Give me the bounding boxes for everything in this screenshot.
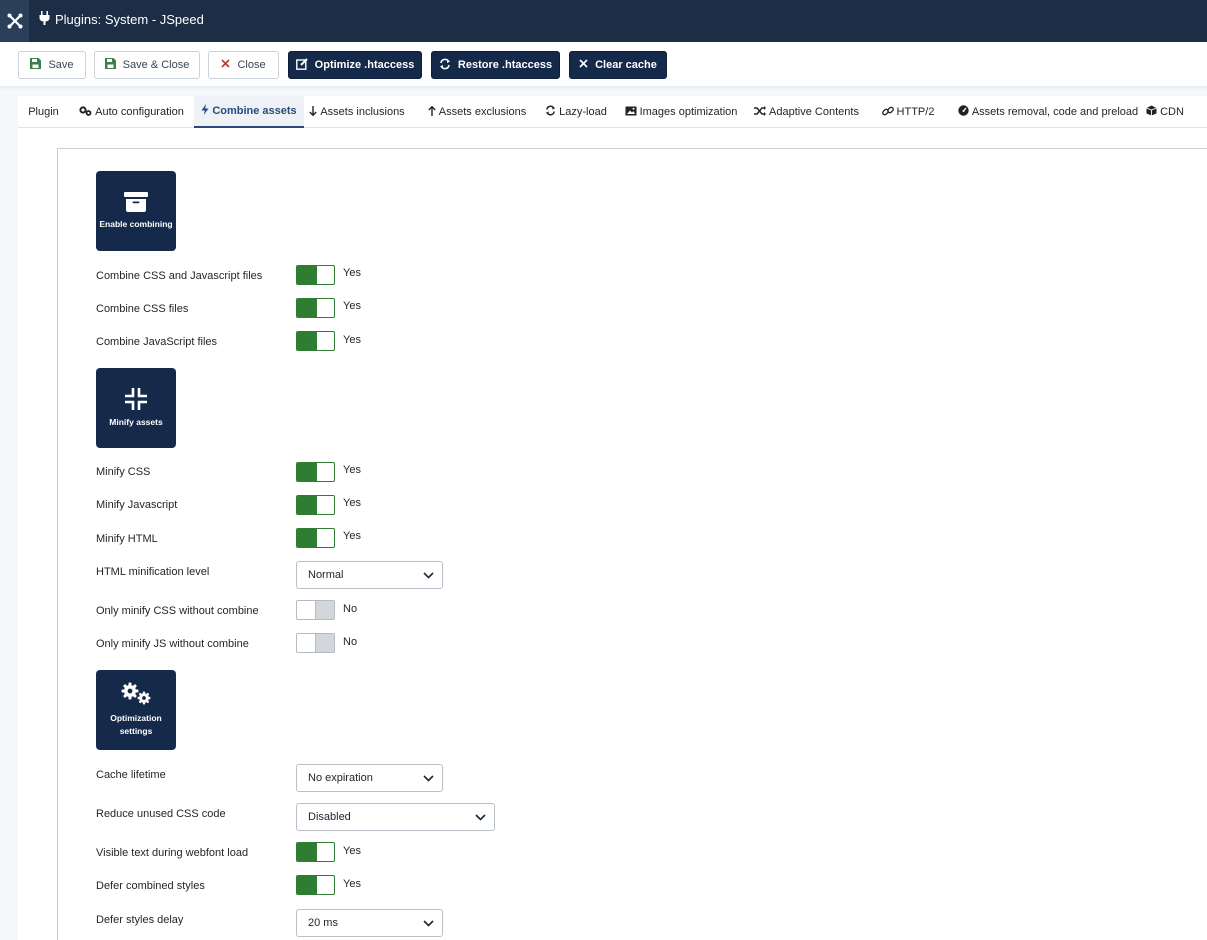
toolbar: Save Save & Close Close Optimize .htacce…	[0, 42, 1207, 90]
tab-http2[interactable]: HTTP/2	[874, 96, 942, 128]
close-icon	[579, 59, 588, 71]
minify-js-label: Minify Javascript	[96, 499, 178, 511]
clear-cache-button[interactable]: Clear cache	[569, 51, 667, 79]
combine-js-label: Combine JavaScript files	[96, 336, 218, 348]
tab-bar: Plugin Auto configuration Combine assets…	[18, 96, 1207, 128]
arrow-down-icon	[309, 105, 318, 119]
cache-lifetime-select[interactable]: No expiration	[296, 764, 443, 792]
save-button[interactable]: Save	[18, 51, 86, 79]
visible-text-label: Visible text during webfont load	[96, 847, 249, 859]
cube-icon	[1146, 105, 1157, 119]
cache-lifetime-label: Cache lifetime	[96, 769, 166, 781]
tab-lazy-load[interactable]: Lazy-load	[540, 96, 612, 128]
tab-cdn[interactable]: CDN	[1144, 96, 1186, 128]
defer-styles-label: Defer combined styles	[96, 880, 205, 892]
image-icon	[625, 106, 637, 119]
minify-js-toggle[interactable]	[296, 495, 335, 515]
visible-text-value: Yes	[343, 845, 361, 857]
combine-css-toggle[interactable]	[296, 298, 335, 318]
bolt-icon	[201, 104, 209, 118]
arrow-up-icon	[428, 105, 436, 119]
chevron-down-icon	[414, 910, 442, 936]
gauge-icon	[958, 105, 969, 119]
page-title: Plugins: System - JSpeed	[39, 11, 204, 28]
close-icon	[221, 59, 231, 71]
chevron-down-icon	[466, 804, 494, 830]
tab-adaptive-contents[interactable]: Adaptive Contents	[750, 96, 863, 128]
chevron-down-icon	[414, 562, 442, 588]
defer-styles-toggle[interactable]	[296, 875, 335, 895]
defer-delay-label: Defer styles delay	[96, 914, 184, 926]
only-minify-css-value: No	[343, 603, 358, 615]
link-icon	[881, 105, 894, 120]
combine-css-value: Yes	[343, 300, 361, 312]
edit-icon	[295, 57, 308, 73]
html-level-label: HTML minification level	[96, 566, 210, 578]
combine-css-label: Combine CSS files	[96, 303, 189, 315]
minify-js-value: Yes	[343, 497, 361, 509]
only-minify-js-toggle[interactable]	[296, 633, 335, 653]
restore-htaccess-button[interactable]: Restore .htaccess	[431, 51, 560, 79]
settings-panel	[57, 148, 1207, 940]
combine-css-js-label: Combine CSS and Javascript files	[96, 270, 263, 282]
defer-styles-value: Yes	[343, 878, 361, 890]
compress-icon	[125, 387, 147, 410]
archive-icon	[124, 191, 148, 212]
tab-combine-assets[interactable]: Combine assets	[194, 96, 304, 128]
save-close-button[interactable]: Save & Close	[94, 51, 200, 79]
tab-assets-inclusions[interactable]: Assets inclusions	[304, 96, 410, 128]
tab-assets-removal[interactable]: Assets removal, code and preload	[950, 96, 1146, 128]
html-level-select[interactable]: Normal	[296, 561, 443, 589]
combine-js-toggle[interactable]	[296, 331, 335, 351]
tab-assets-exclusions[interactable]: Assets exclusions	[420, 96, 534, 128]
optimize-htaccess-button[interactable]: Optimize .htaccess	[288, 51, 422, 79]
reduce-unused-css-label: Reduce unused CSS code	[96, 808, 226, 820]
sync-icon	[439, 58, 451, 73]
only-minify-js-value: No	[343, 636, 358, 648]
section-optimization-settings: Optimization settings	[96, 670, 176, 750]
only-minify-js-label: Only minify JS without combine	[96, 638, 249, 650]
cogs-icon	[121, 682, 151, 705]
only-minify-css-toggle[interactable]	[296, 600, 335, 620]
cogs-icon	[79, 105, 92, 119]
reduce-unused-css-select[interactable]: Disabled	[296, 803, 495, 831]
only-minify-css-label: Only minify CSS without combine	[96, 605, 259, 617]
visible-text-toggle[interactable]	[296, 842, 335, 862]
tab-images-optimization[interactable]: Images optimization	[621, 96, 741, 128]
minify-css-label: Minify CSS	[96, 466, 151, 478]
tab-plugin[interactable]: Plugin	[18, 96, 69, 128]
combine-css-js-toggle[interactable]	[296, 265, 335, 285]
minify-html-toggle[interactable]	[296, 528, 335, 548]
app-header: Plugins: System - JSpeed	[0, 0, 1207, 42]
page-title-text: Plugins: System - JSpeed	[55, 12, 204, 27]
close-button[interactable]: Close	[208, 51, 279, 79]
save-icon	[30, 58, 42, 72]
joomla-logo-icon[interactable]	[0, 0, 29, 42]
tab-auto-configuration[interactable]: Auto configuration	[69, 96, 194, 128]
shuffle-icon	[754, 105, 767, 119]
save-icon	[104, 58, 116, 72]
defer-delay-select[interactable]: 20 ms	[296, 909, 443, 937]
chevron-down-icon	[414, 765, 442, 791]
combine-css-js-value: Yes	[343, 267, 361, 279]
minify-css-value: Yes	[343, 464, 361, 476]
section-minify-assets: Minify assets	[96, 368, 176, 448]
minify-css-toggle[interactable]	[296, 462, 335, 482]
minify-html-label: Minify HTML	[96, 533, 158, 545]
section-enable-combining: Enable combining	[96, 171, 176, 251]
plug-icon	[39, 11, 50, 28]
minify-html-value: Yes	[343, 530, 361, 542]
sync-icon	[545, 105, 556, 119]
combine-js-value: Yes	[343, 334, 361, 346]
